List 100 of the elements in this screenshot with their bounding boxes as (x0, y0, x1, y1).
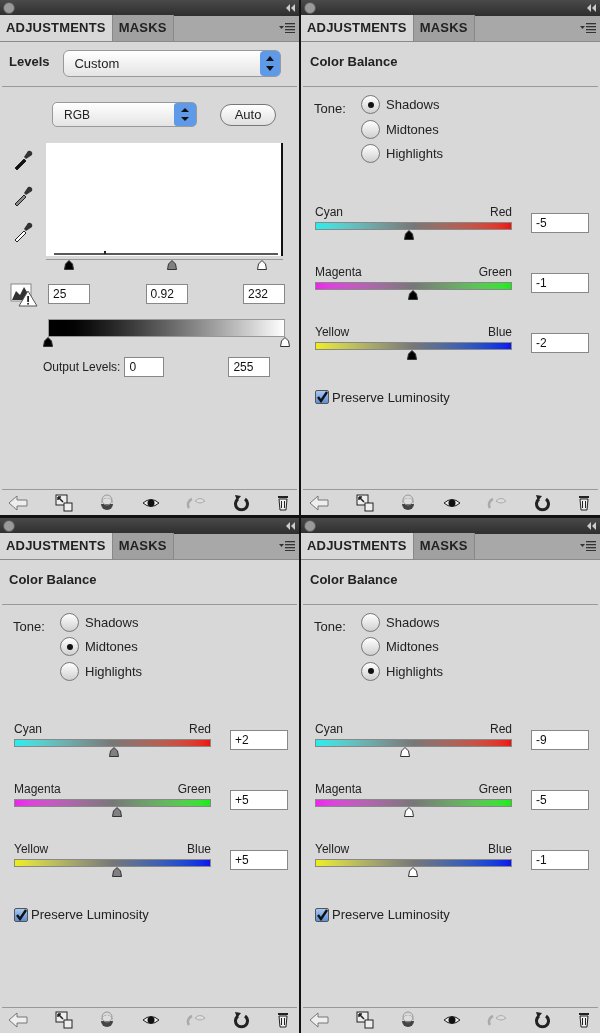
checkbox[interactable] (315, 390, 329, 405)
reset-icon[interactable] (232, 1011, 249, 1029)
panel-tab[interactable]: MASKS (413, 15, 475, 41)
color-slider-track[interactable] (315, 221, 512, 230)
menu-icon[interactable] (279, 540, 295, 551)
color-slider-track[interactable] (315, 281, 512, 290)
checkbox[interactable] (14, 907, 28, 922)
color-slider-track[interactable] (315, 341, 512, 350)
input-slider-thumb[interactable] (166, 260, 178, 270)
color-slider-track[interactable] (315, 739, 512, 747)
checkmark-icon (316, 391, 328, 404)
arrow-left-icon[interactable] (309, 493, 329, 512)
number-field[interactable]: 0.92 (145, 284, 188, 304)
panel-tab[interactable]: MASKS (112, 15, 174, 41)
close-button[interactable] (3, 2, 15, 14)
reset-icon[interactable] (533, 493, 550, 512)
collapse-icon[interactable] (286, 4, 296, 12)
slider-label: Red (189, 722, 211, 737)
clip-layer-icon[interactable] (99, 1011, 115, 1029)
expand-view-icon[interactable] (54, 1011, 73, 1029)
clip-layer-icon[interactable] (400, 493, 416, 512)
number-field[interactable]: -5 (531, 790, 589, 810)
number-field[interactable]: +2 (230, 730, 288, 750)
slider-label: Blue (487, 842, 512, 857)
radio-label: Midtones (386, 638, 439, 656)
channel-dropdown[interactable]: RGB (52, 102, 197, 127)
reset-icon[interactable] (232, 493, 249, 512)
slider-label: Cyan (315, 204, 343, 220)
color-slider-track[interactable] (315, 859, 512, 867)
panel-tab[interactable]: ADJUSTMENTS (301, 15, 414, 41)
radio-button[interactable] (60, 637, 79, 657)
input-slider-track[interactable] (46, 259, 283, 272)
radio-label: Highlights (386, 145, 444, 163)
menu-icon[interactable] (279, 23, 295, 33)
arrow-left-icon[interactable] (8, 1011, 28, 1029)
number-field[interactable]: +5 (230, 850, 288, 870)
slider-label: Green (478, 782, 512, 797)
color-slider-track[interactable] (14, 739, 211, 747)
radio-button[interactable] (361, 144, 380, 164)
menu-icon[interactable] (580, 23, 596, 33)
number-field[interactable]: 0 (124, 357, 165, 377)
radio-button[interactable] (60, 661, 79, 681)
clipping-warning-icon[interactable] (10, 281, 38, 307)
close-button[interactable] (3, 519, 15, 532)
trash-icon[interactable] (576, 1011, 592, 1029)
panel-tab[interactable]: ADJUSTMENTS (0, 532, 113, 559)
radio-button[interactable] (361, 95, 380, 115)
reset-icon[interactable] (533, 1011, 550, 1029)
radio-label: Shadows (85, 613, 139, 632)
collapse-icon[interactable] (587, 521, 597, 530)
color-slider-track[interactable] (315, 799, 512, 807)
clip-layer-icon[interactable] (99, 493, 115, 512)
number-field[interactable]: +5 (230, 790, 288, 810)
tone-label: Tone: (314, 617, 347, 636)
radio-button[interactable] (361, 661, 380, 681)
close-button[interactable] (304, 2, 316, 14)
expand-view-icon[interactable] (54, 493, 73, 512)
number-field[interactable]: -2 (531, 332, 589, 353)
close-button[interactable] (304, 519, 316, 532)
tone-label: Tone: (13, 617, 46, 636)
expand-view-icon[interactable] (355, 493, 374, 512)
number-field[interactable]: 255 (228, 357, 271, 377)
panel-tab[interactable]: ADJUSTMENTS (0, 15, 113, 41)
color-slider-track[interactable] (14, 859, 211, 867)
number-field[interactable]: -1 (531, 850, 589, 870)
preset-dropdown[interactable]: Custom (63, 50, 281, 77)
radio-button[interactable] (60, 612, 79, 632)
arrow-left-icon[interactable] (8, 493, 28, 512)
expand-view-icon[interactable] (355, 1011, 374, 1029)
trash-icon[interactable] (275, 493, 291, 512)
trash-icon[interactable] (576, 493, 592, 512)
radio-label: Midtones (386, 120, 439, 139)
auto-button[interactable]: Auto (220, 103, 276, 126)
menu-icon[interactable] (580, 540, 596, 551)
output-slider-thumb[interactable] (279, 337, 291, 347)
output-slider-thumb[interactable] (42, 337, 54, 347)
input-slider-thumb[interactable] (256, 260, 268, 270)
panel-tab[interactable]: ADJUSTMENTS (301, 532, 414, 559)
slider-label: Green (478, 264, 512, 280)
collapse-icon[interactable] (286, 521, 296, 530)
number-field[interactable]: -9 (531, 730, 589, 750)
stepper-icon[interactable] (260, 51, 280, 76)
arrow-left-icon[interactable] (309, 1011, 329, 1029)
radio-button[interactable] (361, 119, 380, 139)
panel-title: Color Balance (310, 570, 398, 589)
panel-title: Color Balance (9, 570, 97, 589)
slider-label: Cyan (315, 722, 343, 737)
clip-layer-icon[interactable] (400, 1011, 416, 1029)
number-field[interactable]: -5 (531, 212, 589, 233)
stepper-icon[interactable] (174, 103, 196, 126)
radio-button[interactable] (361, 612, 380, 632)
input-slider-thumb[interactable] (63, 260, 75, 270)
radio-button[interactable] (361, 637, 380, 657)
color-slider-track[interactable] (14, 799, 211, 807)
number-field[interactable]: -1 (531, 272, 589, 293)
collapse-icon[interactable] (587, 4, 597, 12)
checkbox[interactable] (315, 907, 329, 922)
trash-icon[interactable] (275, 1011, 291, 1029)
number-field[interactable]: 232 (243, 284, 285, 304)
number-field[interactable]: 25 (48, 284, 90, 304)
